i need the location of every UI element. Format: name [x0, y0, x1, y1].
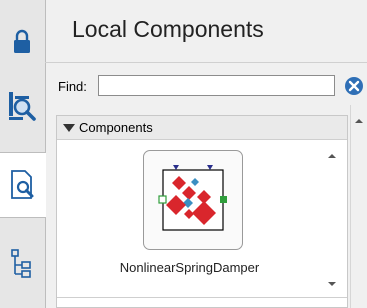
- side-tab-lock[interactable]: [0, 10, 44, 74]
- expand-triangle-icon: [63, 123, 75, 132]
- tree-structure-icon: [11, 249, 31, 278]
- document-search-icon: [11, 170, 34, 199]
- library-search-icon: [9, 92, 36, 121]
- panel-bottom-divider: [57, 297, 347, 298]
- scroll-down-arrow-icon: [328, 282, 336, 286]
- lock-icon: [14, 29, 30, 53]
- side-tab-bar: [0, 0, 46, 308]
- find-input[interactable]: [98, 75, 335, 96]
- nonlinear-spring-damper-icon: [158, 165, 227, 231]
- component-name: NonlinearSpringDamper: [119, 260, 260, 275]
- components-section-header[interactable]: Components: [57, 116, 347, 140]
- components-section-label: Components: [79, 120, 153, 135]
- side-tab-local-search[interactable]: [0, 152, 46, 218]
- outer-scrollbar[interactable]: [350, 105, 367, 308]
- clear-icon: [345, 77, 363, 95]
- component-tile[interactable]: [143, 150, 243, 250]
- components-panel: Components NonlinearSpringDamper: [56, 115, 348, 308]
- scroll-up-arrow-icon: [355, 119, 363, 123]
- side-tab-hierarchy[interactable]: [0, 232, 44, 296]
- scroll-up-arrow-icon: [328, 154, 336, 158]
- components-scrollbar[interactable]: [322, 146, 342, 297]
- find-label: Find:: [58, 79, 87, 94]
- clear-search-button[interactable]: [344, 76, 364, 96]
- side-tab-library[interactable]: [0, 74, 44, 138]
- panel-title: Local Components: [72, 16, 264, 42]
- title-divider: [45, 62, 367, 63]
